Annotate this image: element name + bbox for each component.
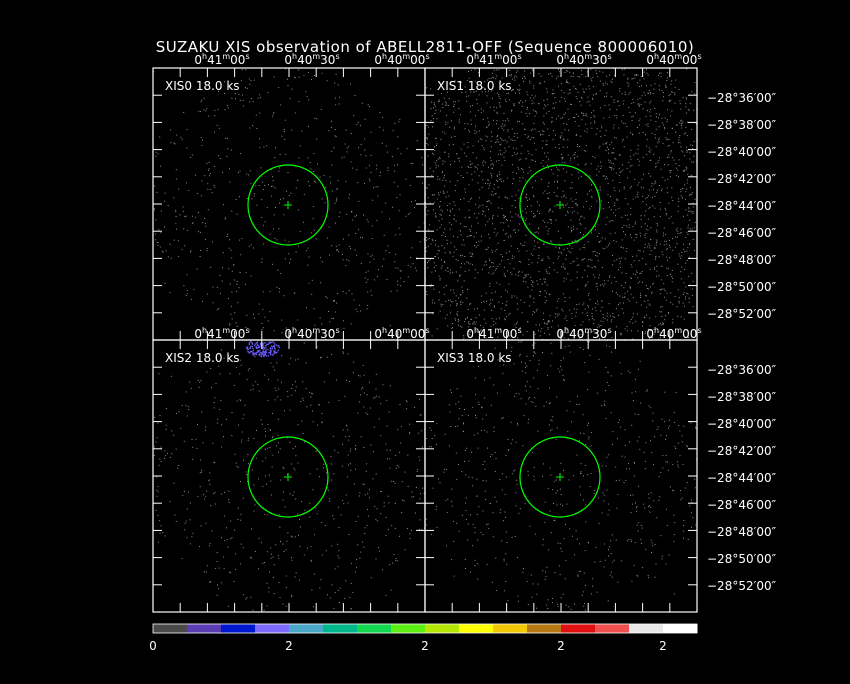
- colorbar-segment: [187, 624, 222, 633]
- svg-text:0h41m00s: 0h41m00s: [466, 52, 521, 67]
- ra-tick-label: 0h40m00s: [646, 52, 701, 67]
- dec-tick-label: −28°46′00″: [707, 498, 777, 512]
- panel-events-0: [153, 68, 425, 340]
- svg-text:0h41m00s: 0h41m00s: [466, 326, 521, 341]
- bright-source-blob: [245, 341, 281, 358]
- colorbar-label: 0: [149, 639, 157, 653]
- axis-ticks: [153, 68, 425, 340]
- xis-panel-0: XIS0 18.0 ks: [152, 67, 426, 341]
- ra-tick-label: 0h41m00s: [466, 52, 521, 67]
- colorbar-segment: [561, 624, 596, 633]
- axis-ticks: [425, 68, 697, 340]
- svg-text:0h40m30s: 0h40m30s: [284, 52, 339, 67]
- svg-text:0h40m00s: 0h40m00s: [374, 326, 429, 341]
- dec-tick-label: −28°52′00″: [707, 307, 777, 321]
- colorbar-segment: [663, 624, 698, 633]
- dec-tick-label: −28°44′00″: [707, 199, 777, 213]
- dec-tick-label: −28°46′00″: [707, 226, 777, 240]
- panel-events-2: [153, 340, 426, 611]
- colorbar-segment: [527, 624, 562, 633]
- center-marker: [284, 201, 292, 209]
- colorbar-segment: [425, 624, 460, 633]
- panel-label: XIS1 18.0 ks: [437, 79, 512, 93]
- dec-tick-label: −28°48′00″: [707, 253, 777, 267]
- xis-panel-2: XIS2 18.0 ks: [152, 339, 426, 613]
- svg-text:0h41m00s: 0h41m00s: [194, 326, 249, 341]
- dec-tick-label: −28°42′00″: [707, 444, 777, 458]
- colorbar-segment: [153, 624, 188, 633]
- ra-tick-label: 0h40m30s: [284, 326, 339, 341]
- xis-panel-3: XIS3 18.0 ks: [424, 339, 698, 613]
- svg-text:0h40m00s: 0h40m00s: [646, 52, 701, 67]
- ra-tick-label: 0h40m30s: [556, 326, 611, 341]
- center-marker: [284, 473, 292, 481]
- dec-tick-label: −28°38′00″: [707, 390, 777, 404]
- dec-tick-label: −28°44′00″: [707, 471, 777, 485]
- colorbar-segment: [221, 624, 256, 633]
- axis-ticks: [153, 340, 425, 612]
- dec-tick-label: −28°42′00″: [707, 172, 777, 186]
- ra-tick-label: 0h40m00s: [374, 326, 429, 341]
- panel-frame: [424, 67, 698, 341]
- dec-tick-label: −28°50′00″: [707, 280, 777, 294]
- dec-tick-label: −28°52′00″: [707, 579, 777, 593]
- xis-panel-1: XIS1 18.0 ks: [424, 67, 698, 341]
- svg-text:0h41m00s: 0h41m00s: [194, 52, 249, 67]
- ra-tick-label: 0h40m30s: [284, 52, 339, 67]
- panel-frame: [152, 67, 426, 341]
- panel-frame: [424, 339, 698, 613]
- svg-text:0h40m00s: 0h40m00s: [646, 326, 701, 341]
- dec-tick-label: −28°40′00″: [707, 417, 777, 431]
- ra-tick-label: 0h40m00s: [646, 326, 701, 341]
- colorbar-segment: [289, 624, 324, 633]
- center-marker: [556, 201, 564, 209]
- colorbar-segment: [323, 624, 358, 633]
- dec-tick-label: −28°36′00″: [707, 363, 777, 377]
- colorbar-segment: [493, 624, 528, 633]
- panel-events-3: [425, 340, 698, 613]
- colorbar: 0 2 2 2 2: [149, 623, 698, 653]
- colorbar-segment: [357, 624, 392, 633]
- axis-ticks: [425, 340, 697, 612]
- svg-text:0h40m30s: 0h40m30s: [556, 52, 611, 67]
- colorbar-segment: [629, 624, 664, 633]
- ra-tick-label: 0h41m00s: [194, 326, 249, 341]
- ra-tick-label: 0h40m30s: [556, 52, 611, 67]
- dec-tick-label: −28°38′00″: [707, 118, 777, 132]
- dec-tick-label: −28°40′00″: [707, 145, 777, 159]
- svg-text:0h40m00s: 0h40m00s: [374, 52, 429, 67]
- colorbar-segment: [459, 624, 494, 633]
- ra-tick-label: 0h40m00s: [374, 52, 429, 67]
- dec-tick-label: −28°48′00″: [707, 525, 777, 539]
- xis-image-plot: SUZAKU XIS observation of ABELL2811-OFF …: [149, 38, 777, 653]
- ra-tick-label: 0h41m00s: [194, 52, 249, 67]
- panel-label: XIS0 18.0 ks: [165, 79, 240, 93]
- panel-label: XIS2 18.0 ks: [165, 351, 240, 365]
- colorbar-segment: [391, 624, 426, 633]
- colorbar-label: 2: [421, 639, 429, 653]
- image-display: SUZAKU XIS observation of ABELL2811-OFF …: [0, 0, 850, 680]
- dec-tick-label: −28°36′00″: [707, 91, 777, 105]
- colorbar-segment: [595, 624, 630, 633]
- ra-tick-label: 0h41m00s: [466, 326, 521, 341]
- colorbar-label: 2: [557, 639, 565, 653]
- center-marker: [556, 473, 564, 481]
- colorbar-label: 2: [659, 639, 667, 653]
- panel-label: XIS3 18.0 ks: [437, 351, 512, 365]
- colorbar-label: 2: [285, 639, 293, 653]
- svg-text:0h40m30s: 0h40m30s: [556, 326, 611, 341]
- dec-tick-label: −28°50′00″: [707, 552, 777, 566]
- colorbar-segment: [255, 624, 290, 633]
- panel-frame: [152, 339, 426, 613]
- svg-text:0h40m30s: 0h40m30s: [284, 326, 339, 341]
